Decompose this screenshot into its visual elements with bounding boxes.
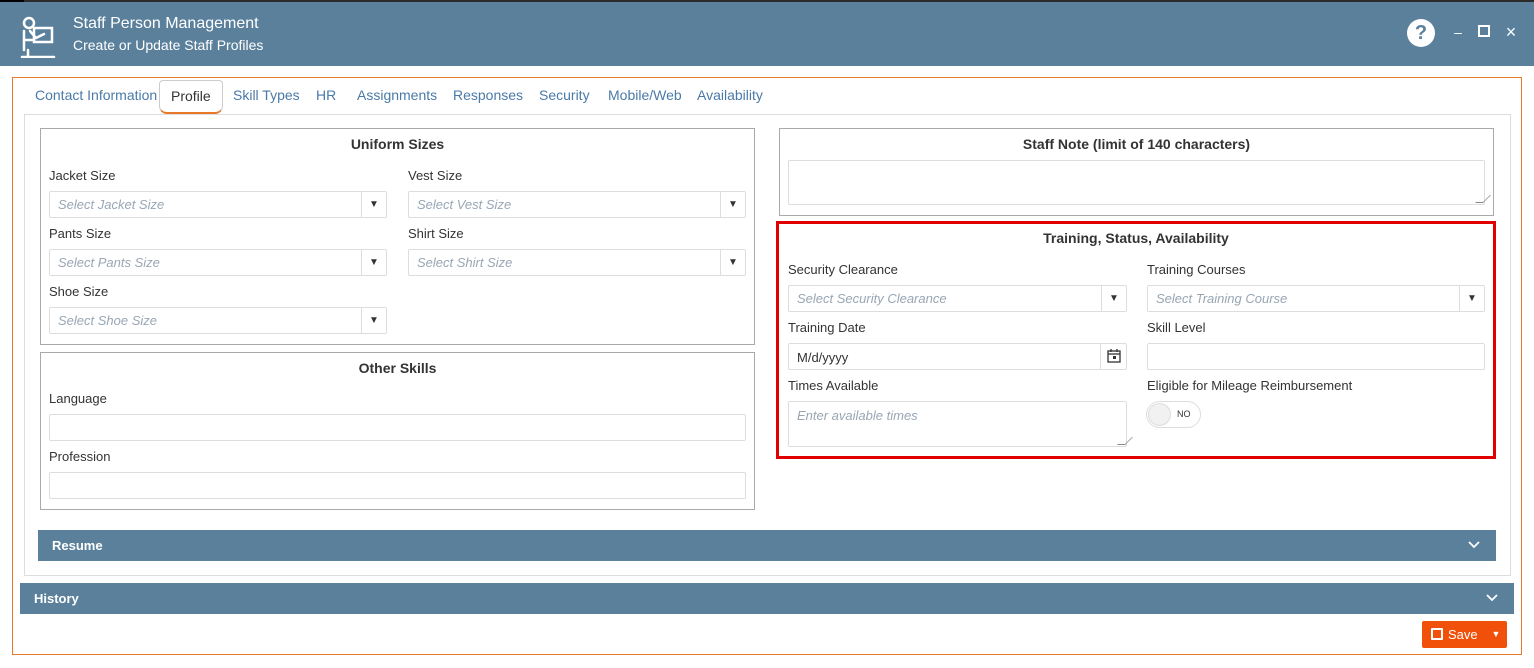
chevron-down-icon [1486, 594, 1498, 602]
mileage-reimbursement-toggle[interactable]: NO [1146, 401, 1201, 428]
vest-size-select[interactable]: Select Vest Size ▼ [408, 191, 746, 218]
staff-person-icon [20, 16, 56, 58]
jacket-size-label: Jacket Size [49, 168, 116, 183]
tab-availability[interactable]: Availability [697, 80, 763, 114]
floppy-disk-icon [1431, 628, 1443, 640]
dropdown-arrow-icon[interactable]: ▼ [1101, 286, 1126, 311]
help-icon[interactable]: ? [1407, 19, 1435, 47]
select-placeholder: Select Security Clearance [797, 291, 947, 306]
security-clearance-select[interactable]: Select Security Clearance ▼ [788, 285, 1127, 312]
calendar-icon [1107, 349, 1121, 363]
maximize-button[interactable] [1476, 24, 1492, 40]
tab-contact-information[interactable]: Contact Information [35, 80, 157, 114]
title-bar: Staff Person Management Create or Update… [0, 0, 1534, 66]
toggle-state: NO [1177, 409, 1191, 419]
times-available-textarea[interactable]: Enter available times [788, 401, 1133, 447]
date-value: M/d/yyyy [797, 350, 849, 365]
pants-size-select[interactable]: Select Pants Size ▼ [49, 249, 387, 276]
save-options-dropdown-icon[interactable]: ▼ [1485, 621, 1507, 648]
shirt-size-label: Shirt Size [408, 226, 464, 241]
select-placeholder: Select Training Course [1156, 291, 1288, 306]
select-placeholder: Select Shirt Size [417, 255, 513, 270]
tab-mobile-web[interactable]: Mobile/Web [608, 80, 682, 114]
save-label: Save [1448, 627, 1478, 642]
select-placeholder: Select Jacket Size [58, 197, 165, 212]
dropdown-arrow-icon[interactable]: ▼ [720, 192, 745, 217]
select-placeholder: Select Shoe Size [58, 313, 158, 328]
resume-section-header[interactable]: Resume [38, 530, 1496, 561]
panel-title: Uniform Sizes [350, 136, 445, 152]
training-courses-select[interactable]: Select Training Course ▼ [1147, 285, 1485, 312]
tab-assignments[interactable]: Assignments [357, 80, 437, 114]
tab-skill-types[interactable]: Skill Types [233, 80, 300, 114]
shoe-size-label: Shoe Size [49, 284, 109, 299]
skill-level-input[interactable] [1147, 343, 1485, 370]
shoe-size-select[interactable]: Select Shoe Size ▼ [49, 307, 387, 334]
dropdown-arrow-icon[interactable]: ▼ [361, 308, 386, 333]
top-edge [0, 0, 24, 2]
tab-hr[interactable]: HR [316, 80, 336, 114]
dropdown-arrow-icon[interactable]: ▼ [1459, 286, 1484, 311]
language-label: Language [49, 391, 107, 406]
history-section-header[interactable]: History [20, 583, 1514, 614]
pants-size-label: Pants Size [49, 226, 112, 241]
panel-title: Training, Status, Availability [1043, 230, 1229, 246]
close-button[interactable]: × [1503, 23, 1519, 41]
skill-level-label: Skill Level [1147, 320, 1206, 335]
tab-security[interactable]: Security [539, 80, 590, 114]
dropdown-arrow-icon[interactable]: ▼ [361, 192, 386, 217]
select-placeholder: Select Pants Size [58, 255, 160, 270]
history-label: History [34, 591, 79, 606]
calendar-button[interactable] [1100, 344, 1126, 369]
toggle-knob [1148, 403, 1171, 426]
dropdown-arrow-icon[interactable]: ▼ [720, 250, 745, 275]
panel-title: Other Skills [358, 360, 437, 376]
shirt-size-select[interactable]: Select Shirt Size ▼ [408, 249, 746, 276]
security-clearance-label: Security Clearance [788, 262, 898, 277]
tab-profile[interactable]: Profile [159, 80, 223, 114]
times-available-label: Times Available [788, 378, 879, 393]
dropdown-arrow-icon[interactable]: ▼ [361, 250, 386, 275]
jacket-size-select[interactable]: Select Jacket Size ▼ [49, 191, 387, 218]
profession-label: Profession [49, 449, 111, 464]
staff-note-textarea[interactable] [788, 160, 1491, 205]
mileage-reimbursement-label: Eligible for Mileage Reimbursement [1147, 378, 1353, 393]
select-placeholder: Select Vest Size [417, 197, 512, 212]
vest-size-label: Vest Size [408, 168, 463, 183]
training-date-input[interactable]: M/d/yyyy [788, 343, 1127, 370]
app-subtitle: Create or Update Staff Profiles [73, 37, 264, 53]
chevron-down-icon [1468, 541, 1480, 549]
minimize-button[interactable]: – [1450, 24, 1466, 40]
panel-title: Staff Note (limit of 140 characters) [1022, 136, 1251, 152]
profession-input[interactable] [49, 472, 746, 499]
resume-label: Resume [52, 538, 103, 553]
save-button[interactable]: Save ▼ [1422, 621, 1507, 648]
maximize-icon [1478, 25, 1490, 37]
textarea-placeholder: Enter available times [797, 408, 918, 423]
training-courses-label: Training Courses [1147, 262, 1246, 277]
app-title: Staff Person Management [73, 15, 259, 32]
tab-responses[interactable]: Responses [453, 80, 523, 114]
language-input[interactable] [49, 414, 746, 441]
training-date-label: Training Date [788, 320, 866, 335]
